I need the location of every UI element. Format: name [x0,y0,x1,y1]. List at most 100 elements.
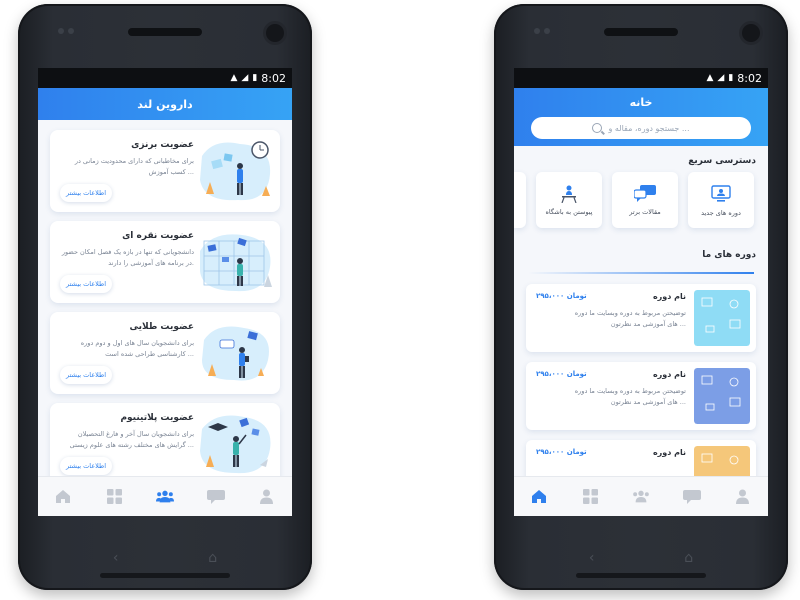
card-text: عضویت نقره ای دانشجویانی که تنها در بازه… [58,231,194,269]
chat-bubble-icon [634,184,656,202]
back-nav-icon[interactable]: ‹ [589,550,595,566]
card-description: برای دانشجویان سال های اول و دوم دوره کا… [80,339,194,358]
course-thumbnail-icon [694,368,750,424]
wifi-icon: ▲ [230,73,238,83]
course-price: ۲۹۵،۰۰۰ تومان [536,370,587,378]
signal-icon: ◢ [241,73,249,83]
card-title: عضویت پلاتینیوم [120,413,194,423]
front-camera [266,24,284,42]
section-divider [528,272,754,274]
quick-card-articles[interactable]: مقالات برتر [612,172,678,228]
stage: ▲ ◢ ▮ 8:02 داروین لند عضویت برنزی برای م… [0,0,800,600]
quick-card-partial[interactable] [514,172,526,228]
grid-icon [582,489,598,504]
back-nav-icon[interactable]: ‹ [113,550,119,566]
card-title: عضویت برنزی [131,140,194,150]
team-icon [561,185,577,203]
tab-home[interactable] [54,489,72,505]
membership-card-platinum[interactable]: عضویت پلاتینیوم برای دانشجویان سال آخر و… [50,403,280,485]
phone-right: ▲ ◢ ▮ 8:02 خانه جستجو دوره، مقاله و ... … [494,4,788,590]
tab-profile[interactable] [258,489,276,505]
front-camera [742,24,760,42]
users-icon [633,490,649,503]
home-icon [532,490,547,503]
phone-left: ▲ ◢ ▮ 8:02 داروین لند عضویت برنزی برای م… [18,4,312,590]
card-title: عضویت نقره ای [122,231,194,241]
card-description: برای مخاطبانی که دارای محدودیت زمانی در … [74,157,194,176]
course-name: نام دوره [652,292,686,301]
monitor-icon [711,184,731,202]
status-bar: ▲ ◢ ▮ 8:02 [38,68,292,88]
page-title: خانه [629,96,653,109]
tab-categories[interactable] [105,489,123,505]
quick-card-label: پیوستن به باشگاه [545,207,593,216]
course-price: ۲۹۵،۰۰۰ تومان [536,448,587,456]
bottom-speaker [576,573,706,578]
bottom-tab-bar [514,476,768,516]
grid-icon [106,489,122,504]
tab-messages[interactable] [682,489,701,505]
platinum-illustration-icon [200,415,271,474]
status-time: 8:02 [261,71,286,85]
course-thumbnail-icon [694,290,750,346]
card-title: عضویت طلایی [129,322,195,332]
more-info-button[interactable]: اطلاعات بیشتر [60,457,112,475]
quick-card-label: مقالات برتر [629,207,661,216]
earpiece [604,28,678,36]
course-name: نام دوره [652,370,686,379]
bottom-speaker [100,573,230,578]
status-time: 8:02 [737,71,762,85]
quick-card-new-courses[interactable]: دوره های جدید [688,172,754,228]
tab-categories[interactable] [581,489,599,505]
tab-membership[interactable] [155,489,174,505]
battery-icon: ▮ [728,73,734,83]
silver-illustration-icon [200,234,272,292]
battery-icon: ▮ [252,73,258,83]
more-info-button[interactable]: اطلاعات بیشتر [60,184,112,202]
status-bar: ▲ ◢ ▮ 8:02 [514,68,768,88]
course-description: توضیحتن مربوط به دوره وبسایت ما دوره های… [574,387,686,406]
search-icon [592,123,603,133]
bronze-illustration-icon [200,141,271,201]
screen-right: ▲ ◢ ▮ 8:02 خانه جستجو دوره، مقاله و ... … [514,68,768,516]
card-description: برای دانشجویان سال آخر و فارغ التحصیلان … [69,430,194,449]
nav-buttons: ‹ ⌂ [494,550,788,566]
more-info-button[interactable]: اطلاعات بیشتر [60,275,112,293]
signal-icon: ◢ [717,73,725,83]
chat-icon [206,489,225,504]
tab-home[interactable] [530,489,548,505]
quick-card-club[interactable]: پیوستن به باشگاه [536,172,602,228]
membership-card-gold[interactable]: عضویت طلایی برای دانشجویان سال های اول و… [50,312,280,394]
sensor-dots [534,28,550,34]
course-price: ۲۹۵،۰۰۰ تومان [536,292,587,300]
course-card[interactable]: نام دوره ۲۹۵،۰۰۰ تومان توضیحتن مربوط به … [526,284,756,352]
gold-illustration-icon [202,326,269,381]
screen-left: ▲ ◢ ▮ 8:02 داروین لند عضویت برنزی برای م… [38,68,292,516]
sensor-dots [58,28,74,34]
membership-card-bronze[interactable]: عضویت برنزی برای مخاطبانی که دارای محدود… [50,130,280,212]
users-icon [155,490,174,503]
quick-card-label: دوره های جدید [701,208,741,217]
search-input[interactable]: جستجو دوره، مقاله و ... [531,117,751,139]
profile-icon [736,489,750,504]
bottom-tab-bar [38,476,292,516]
nav-buttons: ‹ ⌂ [18,550,312,566]
more-info-button[interactable]: اطلاعات بیشتر [60,366,112,384]
quick-access-title: دسترسی سریع [688,156,756,166]
earpiece [128,28,202,36]
card-text: عضویت پلاتینیوم برای دانشجویان سال آخر و… [58,413,194,451]
wifi-icon: ▲ [706,73,714,83]
course-card[interactable]: نام دوره ۲۹۵،۰۰۰ تومان توضیحتن مربوط به … [526,362,756,430]
card-text: عضویت برنزی برای مخاطبانی که دارای محدود… [58,140,194,178]
search-placeholder: جستجو دوره، مقاله و ... [608,123,690,133]
course-description: توضیحتن مربوط به دوره وبسایت ما دوره های… [574,309,686,328]
course-name: نام دوره [652,448,686,457]
tab-membership[interactable] [632,489,650,505]
home-nav-icon[interactable]: ⌂ [208,550,217,566]
tab-profile[interactable] [734,489,752,505]
membership-card-silver[interactable]: عضویت نقره ای دانشجویانی که تنها در بازه… [50,221,280,303]
profile-icon [260,489,274,504]
home-nav-icon[interactable]: ⌂ [684,550,693,566]
app-bar: خانه جستجو دوره، مقاله و ... [514,88,768,146]
tab-messages[interactable] [206,489,225,505]
